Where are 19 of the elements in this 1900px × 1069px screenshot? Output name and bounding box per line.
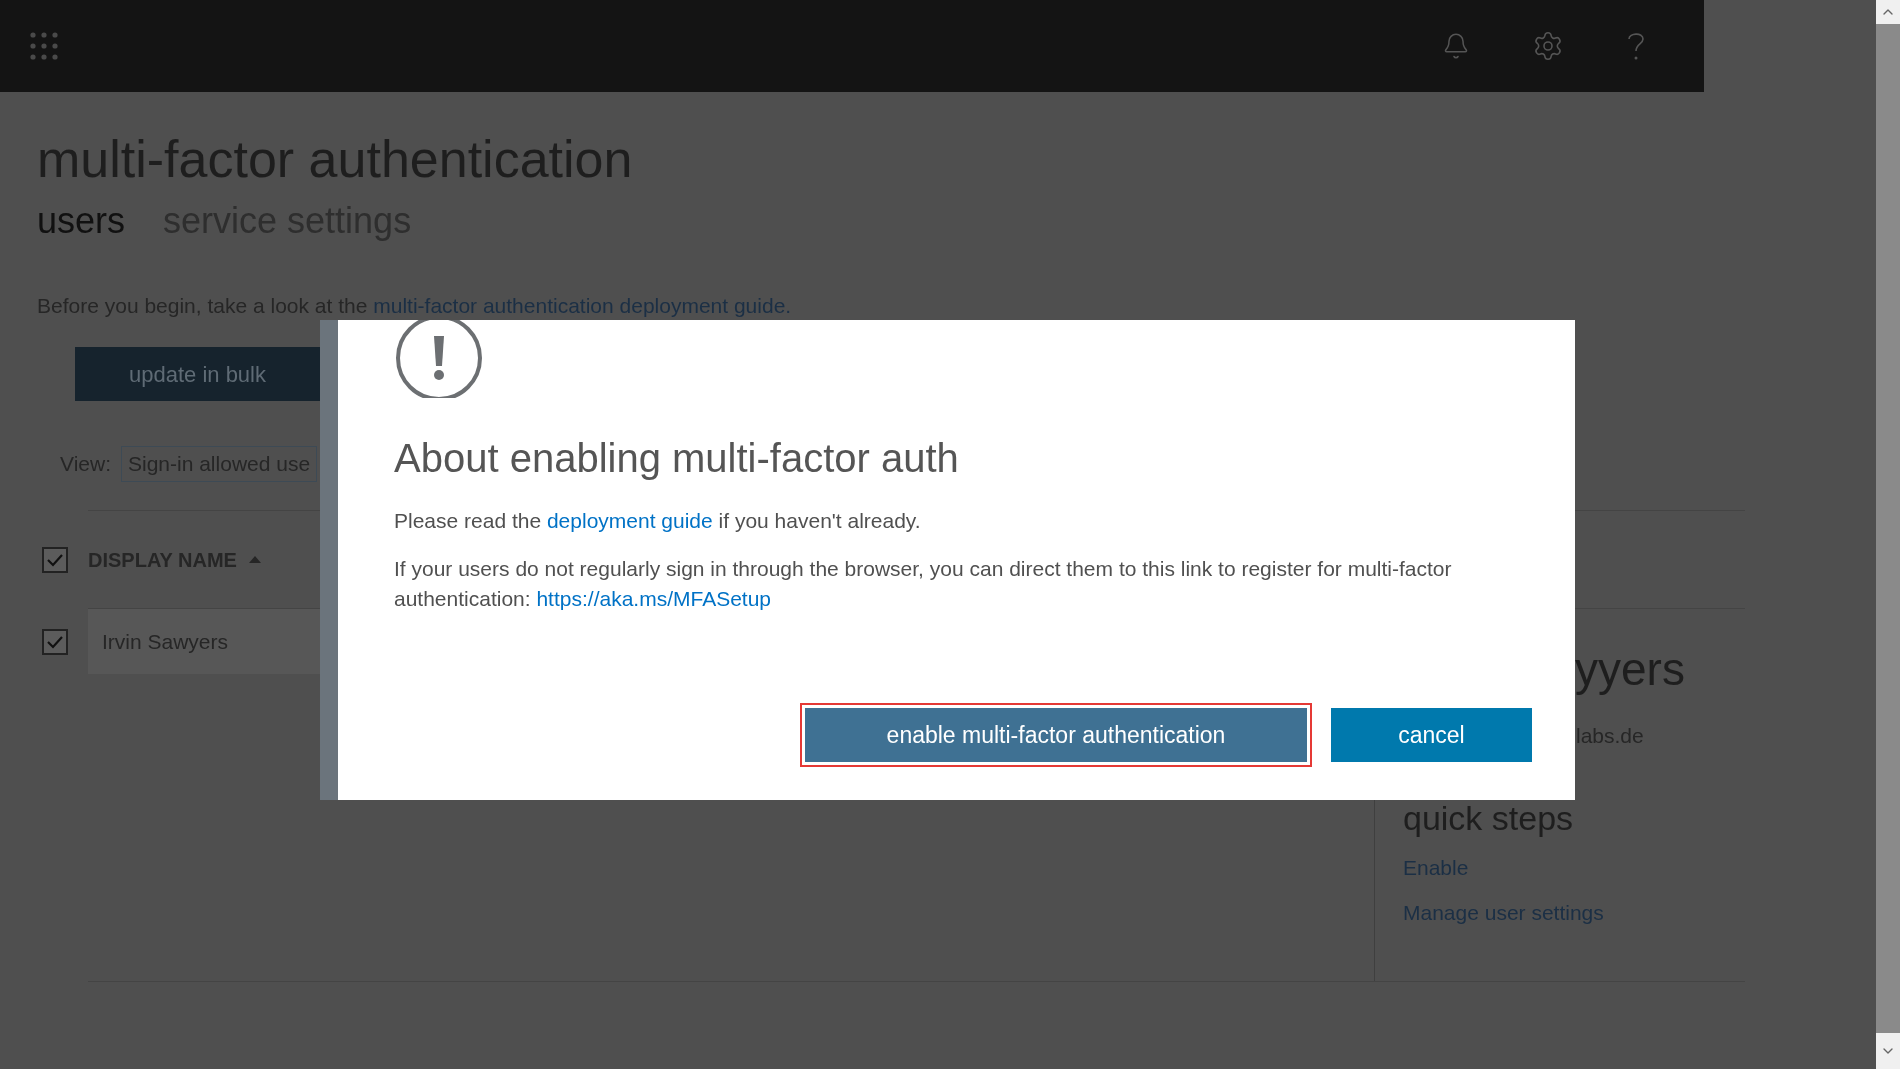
checkmark-icon xyxy=(46,634,64,649)
help-icon[interactable] xyxy=(1626,30,1646,62)
dialog-link[interactable]: deployment guide xyxy=(546,509,713,532)
tab[interactable]: users xyxy=(37,197,126,245)
checkbox[interactable] xyxy=(42,628,68,655)
warning-icon xyxy=(394,320,484,398)
dialog-text: Please read the deployment guide if you haven't already. xyxy=(394,508,922,534)
app-launcher-icon[interactable] xyxy=(30,32,58,60)
dialog-link[interactable]: https://aka.ms/MFASetup xyxy=(536,587,772,610)
settings-icon[interactable] xyxy=(1532,30,1564,62)
dialog-text: If your users do not regularly sign in through the browser, you can direct them to this link to register for multi-factor authentication: https://aka.ms/MFASetup xyxy=(394,556,1453,612)
checkbox[interactable] xyxy=(42,546,68,573)
notification-icon[interactable] xyxy=(1442,32,1470,60)
dialog-title: About enabling multi-factor auth xyxy=(394,435,960,482)
scrollbar[interactable] xyxy=(1876,0,1900,1069)
update-in-bulk-button[interactable]: update in bulk xyxy=(75,347,320,401)
cancel-button[interactable]: cancel xyxy=(1331,708,1532,762)
checkmark-icon xyxy=(46,552,64,567)
enable-button[interactable]: enable multi-factor authentication xyxy=(805,708,1307,762)
